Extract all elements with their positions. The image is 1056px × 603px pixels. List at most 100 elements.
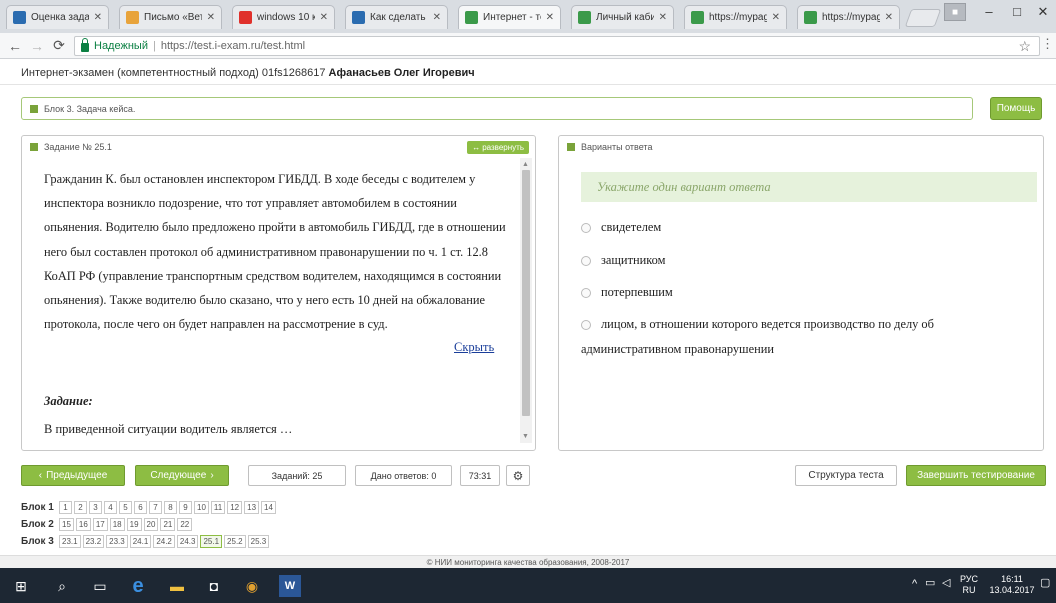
question-number-button[interactable]: 25.1 [200, 535, 223, 548]
answer-option[interactable]: защитником [581, 253, 665, 268]
question-number-button[interactable]: 25.3 [247, 535, 270, 548]
scroll-up-icon[interactable]: ▲ [522, 161, 529, 168]
tab-close-icon[interactable]: ✕ [207, 12, 215, 23]
expand-label: развернуть [482, 143, 524, 152]
window-close-icon[interactable]: ✕ [1026, 4, 1056, 20]
lang-code: РУС [959, 574, 979, 584]
help-button[interactable]: Помощь [990, 97, 1042, 120]
address-bar-row: ← → ⟳ Надежный | https://test.i-exam.ru/… [0, 33, 1056, 59]
browser-tab[interactable]: Интернет - тес ✕ [458, 5, 561, 29]
question-number-button[interactable]: 3 [89, 501, 102, 514]
question-number-button[interactable]: 25.2 [224, 535, 246, 548]
tab-close-icon[interactable]: ✕ [546, 12, 554, 23]
answer-hint: Укажите один вариант ответа [581, 172, 1037, 202]
question-number-button[interactable]: 8 [164, 501, 177, 514]
reload-icon[interactable]: ⟳ [48, 37, 70, 54]
question-number-button[interactable]: 13 [244, 501, 260, 514]
test-structure-button[interactable]: Структура теста [795, 465, 897, 486]
radio-button[interactable] [581, 319, 591, 330]
question-number-button[interactable]: 15 [59, 518, 74, 531]
windows-start-icon[interactable]: ⊞ [10, 575, 32, 597]
browser-tab[interactable]: Как сделать ск ✕ [345, 5, 448, 29]
browser-tab[interactable]: https://mypage ✕ [684, 5, 787, 29]
next-button[interactable]: Следующее › [135, 465, 229, 486]
file-explorer-icon[interactable]: ▬ [166, 575, 188, 597]
task-heading: Задание: [44, 394, 93, 408]
square-bullet-icon [30, 104, 38, 113]
chrome-browser-icon[interactable]: ◉ [241, 575, 263, 597]
question-number-button[interactable]: 2 [74, 501, 87, 514]
square-bullet-icon [30, 143, 38, 151]
answer-option[interactable]: потерпевшим [581, 285, 673, 300]
expand-button[interactable]: ↔ развернуть [467, 141, 529, 154]
back-icon[interactable]: ← [4, 38, 26, 54]
question-number-button[interactable]: 24.1 [129, 535, 152, 548]
question-number-button[interactable]: 6 [134, 501, 147, 514]
network-icon[interactable]: ▭ [925, 578, 935, 589]
question-number-button[interactable]: 1 [59, 501, 72, 514]
question-number-button[interactable]: 23.3 [106, 535, 128, 548]
tab-close-icon[interactable]: ✕ [659, 12, 667, 23]
question-number-button[interactable]: 9 [179, 501, 192, 514]
tab-close-icon[interactable]: ✕ [772, 12, 780, 23]
volume-icon[interactable]: ◁ [942, 578, 950, 589]
settings-button[interactable]: ⚙ [506, 465, 530, 486]
question-number-button[interactable]: 10 [194, 501, 209, 514]
scroll-thumb[interactable] [522, 170, 530, 416]
store-icon[interactable]: ◘ [203, 575, 225, 597]
tab-close-icon[interactable]: ✕ [94, 12, 102, 23]
browser-tab[interactable]: Оценка задан ✕ [6, 5, 109, 29]
new-tab-button[interactable] [904, 9, 942, 27]
profile-icon[interactable]: ■ [944, 3, 966, 21]
question-number-button[interactable]: 17 [92, 518, 108, 531]
clock[interactable]: 16:11 13.04.2017 [987, 574, 1037, 596]
notifications-icon[interactable]: ▢ [1040, 578, 1050, 589]
question-number-button[interactable]: 14 [261, 501, 276, 514]
question-number-button[interactable]: 18 [109, 518, 125, 531]
word-app-icon[interactable]: W [279, 575, 301, 597]
prev-button[interactable]: ‹ Предыдущее [21, 465, 125, 486]
browser-tab[interactable]: Личный кабин ✕ [571, 5, 674, 29]
language-indicator[interactable]: РУС RU [957, 574, 981, 596]
question-number-button[interactable]: 19 [126, 518, 142, 531]
question-number-button[interactable]: 24.2 [153, 535, 175, 548]
edge-browser-icon[interactable]: e [127, 575, 149, 597]
bookmark-star-icon[interactable]: ☆ [1018, 38, 1031, 55]
forward-icon[interactable]: → [26, 38, 48, 54]
search-icon[interactable]: ⌕ [51, 575, 73, 597]
question-number-button[interactable]: 5 [119, 501, 132, 514]
question-number-button[interactable]: 16 [75, 518, 91, 531]
url-field[interactable]: Надежный | https://test.i-exam.ru/test.h… [74, 36, 1040, 56]
question-number-button[interactable]: 21 [160, 518, 176, 531]
scroll-down-icon[interactable]: ▼ [522, 433, 529, 440]
student-name: Афанасьев Олег Игоревич [328, 67, 475, 79]
browser-tab[interactable]: Письмо «Ветл ✕ [119, 5, 222, 29]
hide-link[interactable]: Скрыть [454, 340, 494, 355]
question-number-button[interactable]: 12 [227, 501, 243, 514]
tab-close-icon[interactable]: ✕ [433, 12, 441, 23]
question-number-button[interactable]: 4 [104, 501, 117, 514]
tray-chevron-icon[interactable]: ^ [912, 579, 917, 590]
task-text: Гражданин К. был остановлен инспектором … [44, 172, 506, 332]
browser-tab[interactable]: windows 10 ко ✕ [232, 5, 335, 29]
question-number-button[interactable]: 23.1 [59, 535, 81, 548]
question-number-button[interactable]: 24.3 [176, 535, 199, 548]
task-scrollbar[interactable]: ▲ ▼ [520, 158, 532, 443]
browser-menu-icon[interactable]: ⋮ [1041, 36, 1054, 52]
question-number-button[interactable]: 23.2 [82, 535, 105, 548]
tab-close-icon[interactable]: ✕ [320, 12, 328, 23]
radio-button[interactable] [581, 222, 591, 233]
task-view-icon[interactable]: ▭ [89, 575, 111, 597]
answer-option[interactable]: свидетелем [581, 220, 661, 235]
radio-button[interactable] [581, 287, 591, 298]
question-number-button[interactable]: 20 [143, 518, 159, 531]
finish-test-button[interactable]: Завершить тестирование [906, 465, 1046, 486]
answer-option[interactable]: лицом, в отношении которого ведется прои… [581, 317, 934, 332]
browser-tab-strip: Оценка задан ✕ Письмо «Ветл ✕ windows 10 ко ✕… [0, 0, 1056, 33]
radio-button[interactable] [581, 255, 591, 266]
question-number-button[interactable]: 11 [210, 501, 226, 514]
tab-close-icon[interactable]: ✕ [885, 12, 893, 23]
browser-tab[interactable]: https://mypage ✕ [797, 5, 900, 29]
question-number-button[interactable]: 22 [177, 518, 193, 531]
question-number-button[interactable]: 7 [149, 501, 162, 514]
